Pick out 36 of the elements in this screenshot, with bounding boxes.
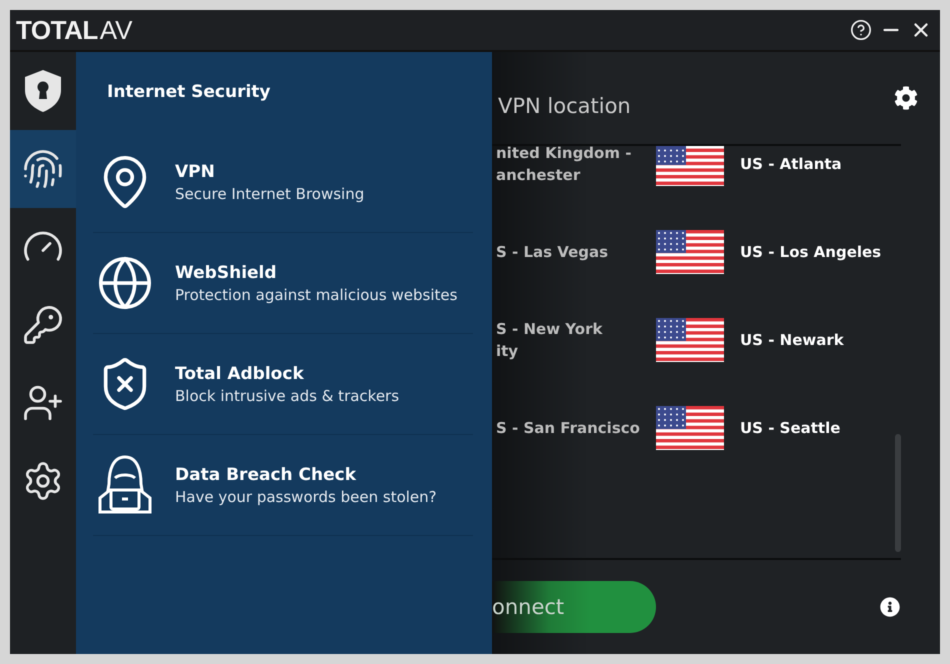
location-name[interactable]: S - San Francisco — [496, 417, 656, 439]
settings-icon[interactable] — [894, 86, 918, 110]
location-name[interactable]: ity — [496, 340, 656, 362]
connect-button[interactable]: onnect — [492, 581, 656, 633]
location-name[interactable]: US - Atlanta — [740, 155, 901, 173]
flag-icon — [656, 146, 724, 186]
location-name[interactable]: anchester — [496, 164, 656, 186]
menu-item-subtitle: Secure Internet Browsing — [175, 184, 364, 202]
flag-icon — [656, 230, 724, 274]
flag-icon — [656, 406, 724, 450]
location-name[interactable]: nited Kingdom - — [496, 146, 656, 164]
info-icon[interactable] — [880, 597, 900, 617]
location-name[interactable]: US - Seattle — [740, 419, 901, 437]
globe-icon — [96, 254, 154, 312]
flag-icon — [656, 318, 724, 362]
menu-item-subtitle: Protection against malicious websites — [175, 286, 458, 304]
sidebar-item[interactable] — [10, 130, 76, 208]
menu-item-subtitle: Have your passwords been stolen? — [175, 488, 437, 506]
location-name[interactable]: S - Las Vegas — [496, 241, 656, 263]
help-icon[interactable] — [850, 19, 872, 41]
panel-title: Internet Security — [107, 82, 271, 102]
menu-item-title[interactable]: Total Adblock — [175, 364, 400, 384]
location-name[interactable]: S - New York — [496, 318, 656, 340]
scrollbar-thumb[interactable] — [895, 434, 901, 552]
location-name[interactable]: US - Los Angeles — [740, 243, 901, 261]
menu-item-subtitle: Block intrusive ads & trackers — [175, 386, 400, 404]
menu-item-title[interactable]: VPN — [175, 162, 364, 182]
menu-item-title[interactable]: Data Breach Check — [175, 464, 437, 484]
key-icon — [22, 304, 64, 346]
logo-text: TOTAL — [16, 14, 98, 46]
location-name[interactable]: US - Newark — [740, 331, 901, 349]
logo-text: AV — [100, 14, 133, 46]
fingerprint-icon — [22, 148, 64, 190]
section-heading: VPN location — [498, 94, 631, 118]
menu-item-title[interactable]: WebShield — [175, 262, 458, 282]
shield-icon — [22, 68, 64, 114]
